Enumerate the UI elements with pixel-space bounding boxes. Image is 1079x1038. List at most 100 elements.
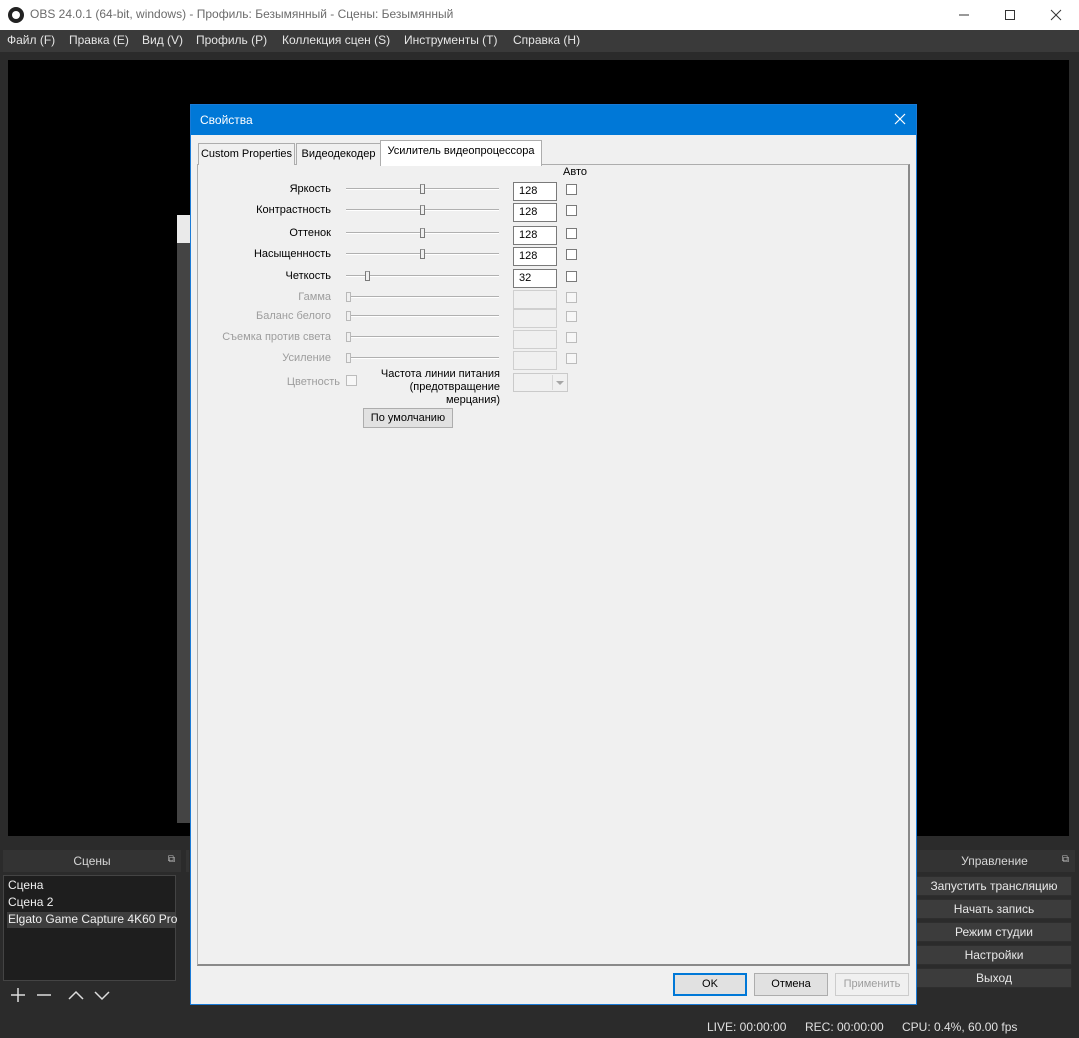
- auto-checkbox[interactable]: [566, 205, 577, 216]
- move-scene-up-button[interactable]: [65, 985, 87, 1005]
- powerline-frequency-select[interactable]: [513, 373, 568, 392]
- auto-checkbox[interactable]: [566, 249, 577, 260]
- menu-help[interactable]: Справка (H): [513, 33, 580, 47]
- menu-profile[interactable]: Профиль (P): [196, 33, 267, 47]
- scene-item[interactable]: Сцена 2: [7, 895, 175, 911]
- studio-mode-button[interactable]: Режим студии: [916, 922, 1072, 942]
- auto-checkbox[interactable]: [566, 292, 577, 303]
- property-slider[interactable]: [346, 296, 499, 298]
- property-label: Четкость: [285, 270, 331, 282]
- dock-splitter: [186, 850, 189, 872]
- slider-thumb[interactable]: [346, 332, 351, 342]
- property-label: Гамма: [298, 291, 331, 303]
- statusbar: LIVE: 00:00:00 REC: 00:00:00 CPU: 0.4%, …: [0, 1016, 1079, 1038]
- auto-column-header: Авто: [563, 166, 587, 178]
- menu-edit[interactable]: Правка (E): [69, 33, 129, 47]
- plus-icon: [11, 988, 25, 1002]
- auto-checkbox[interactable]: [566, 311, 577, 322]
- start-recording-button[interactable]: Начать запись: [916, 899, 1072, 919]
- preview-source-fragment: [177, 215, 191, 243]
- remove-scene-button[interactable]: [33, 985, 55, 1005]
- property-value-input[interactable]: [513, 351, 557, 370]
- preview-source-shadow: [177, 243, 191, 823]
- auto-checkbox[interactable]: [566, 271, 577, 282]
- powerline-label: Частота линии питания (предотвращение ме…: [360, 368, 500, 407]
- minimize-button[interactable]: [941, 0, 987, 30]
- cpu-status: CPU: 0.4%, 60.00 fps: [902, 1020, 1018, 1034]
- scenes-dock-header: Сцены ⧉: [3, 850, 181, 872]
- cancel-button[interactable]: Отмена: [754, 973, 828, 996]
- slider-thumb[interactable]: [420, 184, 425, 194]
- property-value-input[interactable]: 128: [513, 226, 557, 245]
- menu-scene-collection[interactable]: Коллекция сцен (S): [282, 33, 390, 47]
- tab-video-proc-amp[interactable]: Усилитель видеопроцессора: [380, 140, 542, 166]
- slider-thumb[interactable]: [346, 353, 351, 363]
- scene-item-selected[interactable]: Elgato Game Capture 4K60 Pro: [7, 912, 177, 928]
- dialog-titlebar: Свойства: [191, 105, 916, 135]
- property-value-input[interactable]: 32: [513, 269, 557, 288]
- auto-checkbox[interactable]: [566, 332, 577, 343]
- ok-button[interactable]: OK: [673, 973, 747, 996]
- tab-custom-properties[interactable]: Custom Properties: [198, 143, 295, 165]
- dock-float-icon[interactable]: ⧉: [168, 854, 175, 865]
- chevron-up-icon: [68, 990, 84, 1000]
- menu-file[interactable]: Файл (F): [7, 33, 55, 47]
- move-scene-down-button[interactable]: [91, 985, 113, 1005]
- dock-float-icon[interactable]: ⧉: [1062, 854, 1069, 865]
- property-value-input[interactable]: 128: [513, 203, 557, 222]
- auto-checkbox[interactable]: [566, 184, 577, 195]
- scenes-dock-title: Сцены: [73, 854, 111, 868]
- scene-item[interactable]: Сцена: [7, 878, 175, 894]
- powerline-label-line3: мерцания): [445, 394, 500, 406]
- slider-thumb[interactable]: [420, 205, 425, 215]
- minus-icon: [37, 994, 51, 996]
- scene-toolbar: [3, 983, 176, 1007]
- menu-view[interactable]: Вид (V): [142, 33, 183, 47]
- add-scene-button[interactable]: [7, 985, 29, 1005]
- scenes-list[interactable]: Сцена Сцена 2 Elgato Game Capture 4K60 P…: [3, 875, 177, 981]
- window-titlebar: OBS 24.0.1 (64-bit, windows) - Профиль: …: [0, 0, 1079, 30]
- live-status: LIVE: 00:00:00: [707, 1020, 787, 1034]
- dialog-title: Свойства: [200, 113, 253, 127]
- start-streaming-button[interactable]: Запустить трансляцию: [916, 876, 1072, 896]
- window-title: OBS 24.0.1 (64-bit, windows) - Профиль: …: [30, 7, 454, 21]
- slider-thumb[interactable]: [420, 228, 425, 238]
- menu-tools[interactable]: Инструменты (T): [404, 33, 497, 47]
- slider-thumb[interactable]: [365, 271, 370, 281]
- auto-checkbox[interactable]: [566, 353, 577, 364]
- property-slider[interactable]: [346, 315, 499, 317]
- close-icon[interactable]: [894, 113, 906, 125]
- close-icon: [1050, 9, 1062, 21]
- property-value-input[interactable]: [513, 309, 557, 328]
- property-label: Контрастность: [256, 204, 331, 216]
- defaults-button[interactable]: По умолчанию: [363, 408, 453, 428]
- color-checkbox[interactable]: [346, 375, 357, 386]
- property-value-input[interactable]: [513, 330, 557, 349]
- close-window-button[interactable]: [1033, 0, 1079, 30]
- apply-button[interactable]: Применить: [835, 973, 909, 996]
- property-value-input[interactable]: 128: [513, 247, 557, 266]
- menubar: Файл (F) Правка (E) Вид (V) Профиль (P) …: [0, 30, 1079, 52]
- property-label: Усиление: [282, 352, 331, 364]
- property-slider[interactable]: [346, 336, 499, 338]
- minimize-icon: [959, 14, 969, 16]
- property-slider[interactable]: [346, 357, 499, 359]
- color-label: Цветность: [286, 376, 340, 388]
- slider-thumb[interactable]: [346, 311, 351, 321]
- obs-logo-icon: [8, 7, 24, 23]
- property-value-input[interactable]: [513, 290, 557, 309]
- powerline-label-line2: (предотвращение: [409, 381, 500, 393]
- tab-video-decoder[interactable]: Видеодекодер: [296, 143, 381, 165]
- exit-button[interactable]: Выход: [916, 968, 1072, 988]
- property-label: Яркость: [289, 183, 331, 195]
- property-value-input[interactable]: 128: [513, 182, 557, 201]
- slider-thumb[interactable]: [346, 292, 351, 302]
- rec-status: REC: 00:00:00: [805, 1020, 884, 1034]
- maximize-button[interactable]: [987, 0, 1033, 30]
- settings-button[interactable]: Настройки: [916, 945, 1072, 965]
- controls-dock-title: Управление: [961, 854, 1028, 868]
- slider-thumb[interactable]: [420, 249, 425, 259]
- auto-checkbox[interactable]: [566, 228, 577, 239]
- chevron-down-icon: [94, 991, 110, 1001]
- property-label: Насыщенность: [253, 248, 331, 260]
